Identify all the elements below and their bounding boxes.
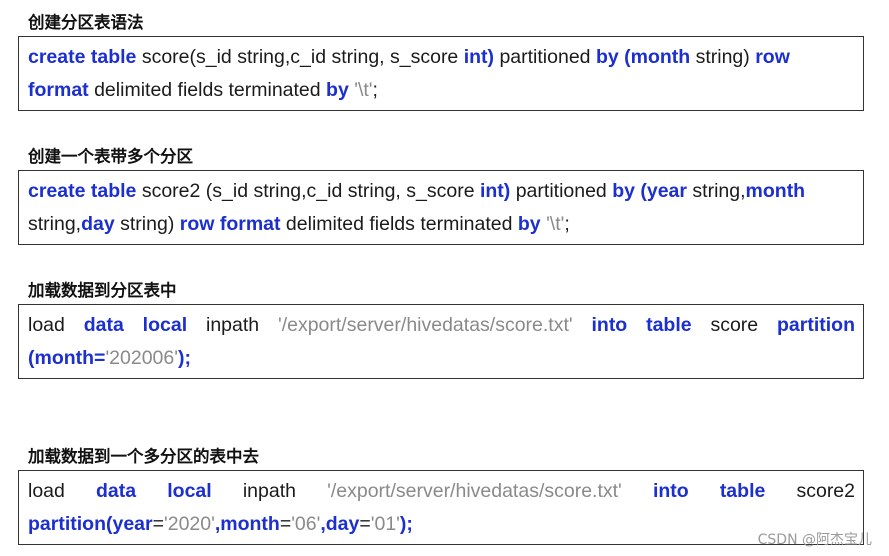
code-line: load data local inpath '/export/server/h… bbox=[28, 309, 855, 342]
section-heading: 创建分区表语法 bbox=[28, 13, 144, 32]
code-string: '/export/server/hivedatas/score.txt' bbox=[277, 314, 573, 336]
code-text: score(s_id string,c_id string, s_score bbox=[136, 46, 464, 68]
code-keyword: into table bbox=[591, 314, 692, 336]
section-heading: 创建一个表带多个分区 bbox=[28, 147, 193, 166]
code-line: create table score(s_id string,c_id stri… bbox=[28, 41, 855, 74]
code-keyword: data local bbox=[83, 314, 188, 336]
code-string: '\t' bbox=[354, 79, 373, 101]
code-text: = bbox=[359, 513, 371, 535]
code-text: inpath bbox=[211, 480, 328, 502]
code-text: score2 bbox=[765, 480, 855, 502]
code-text: string) bbox=[114, 213, 180, 235]
code-keyword: ); bbox=[177, 347, 191, 369]
code-keyword: partition(year bbox=[28, 513, 153, 535]
code-text: score2 (s_id string,c_id string, s_score bbox=[136, 180, 480, 202]
code-text: partitioned bbox=[510, 180, 613, 202]
code-string: '01' bbox=[370, 513, 400, 535]
code-keyword: by (month bbox=[595, 46, 691, 68]
code-string: '\t' bbox=[546, 213, 565, 235]
code-text: = bbox=[279, 513, 292, 535]
code-text: ; bbox=[372, 79, 378, 101]
code-string: '/export/server/hivedatas/score.txt' bbox=[327, 480, 622, 502]
code-keyword: int) bbox=[479, 180, 511, 202]
code-string: '06' bbox=[291, 513, 321, 535]
code-keyword: by bbox=[517, 213, 541, 235]
code-keyword: by (year bbox=[612, 180, 687, 202]
code-line: partition(year='2020',month='06',day='01… bbox=[28, 508, 855, 541]
code-block: load data local inpath '/export/server/h… bbox=[18, 470, 864, 545]
code-keyword: ,day bbox=[320, 513, 360, 535]
code-keyword: (month= bbox=[28, 347, 106, 369]
code-keyword: row format bbox=[179, 213, 281, 235]
code-keyword: format bbox=[28, 79, 89, 101]
watermark: CSDN @阿杰宝儿 bbox=[757, 532, 872, 548]
code-text: string, bbox=[687, 180, 746, 202]
code-keyword: partition bbox=[777, 314, 855, 336]
code-text: inpath bbox=[187, 314, 278, 336]
code-keyword: data local bbox=[96, 480, 212, 502]
code-text: load bbox=[28, 314, 84, 336]
code-text: delimited fields terminated bbox=[280, 213, 518, 235]
code-keyword: row bbox=[755, 46, 790, 68]
code-text: partitioned bbox=[494, 46, 596, 68]
code-block: create table score2 (s_id string,c_id st… bbox=[18, 170, 864, 245]
code-text: load bbox=[28, 480, 97, 502]
code-block: create table score(s_id string,c_id stri… bbox=[18, 36, 864, 111]
code-line: string,day string) row format delimited … bbox=[28, 208, 855, 241]
code-text: string, bbox=[28, 213, 82, 235]
code-keyword: ); bbox=[399, 513, 413, 535]
code-block: load data local inpath '/export/server/h… bbox=[18, 304, 864, 379]
code-keyword: month bbox=[745, 180, 806, 202]
code-text: score bbox=[691, 314, 777, 336]
code-line: (month='202006'); bbox=[28, 342, 855, 375]
code-text: ; bbox=[564, 213, 570, 235]
section-heading: 加载数据到分区表中 bbox=[28, 281, 177, 300]
code-text: = bbox=[152, 513, 164, 535]
code-line: format delimited fields terminated by '\… bbox=[28, 74, 855, 107]
code-keyword: by bbox=[326, 79, 349, 101]
code-keyword: int) bbox=[463, 46, 495, 68]
code-keyword: ,month bbox=[214, 513, 280, 535]
code-string: '202006' bbox=[105, 347, 178, 369]
code-string: '2020' bbox=[164, 513, 215, 535]
code-text: delimited fields terminated bbox=[88, 79, 327, 101]
section-heading: 加载数据到一个多分区的表中去 bbox=[28, 447, 259, 466]
code-line: create table score2 (s_id string,c_id st… bbox=[28, 175, 855, 208]
code-text: string) bbox=[690, 46, 756, 68]
code-line: load data local inpath '/export/server/h… bbox=[28, 475, 855, 508]
code-keyword: day bbox=[81, 213, 115, 235]
code-keyword: into table bbox=[652, 480, 766, 502]
code-keyword: create table bbox=[28, 180, 137, 202]
code-keyword: create table bbox=[28, 46, 137, 68]
